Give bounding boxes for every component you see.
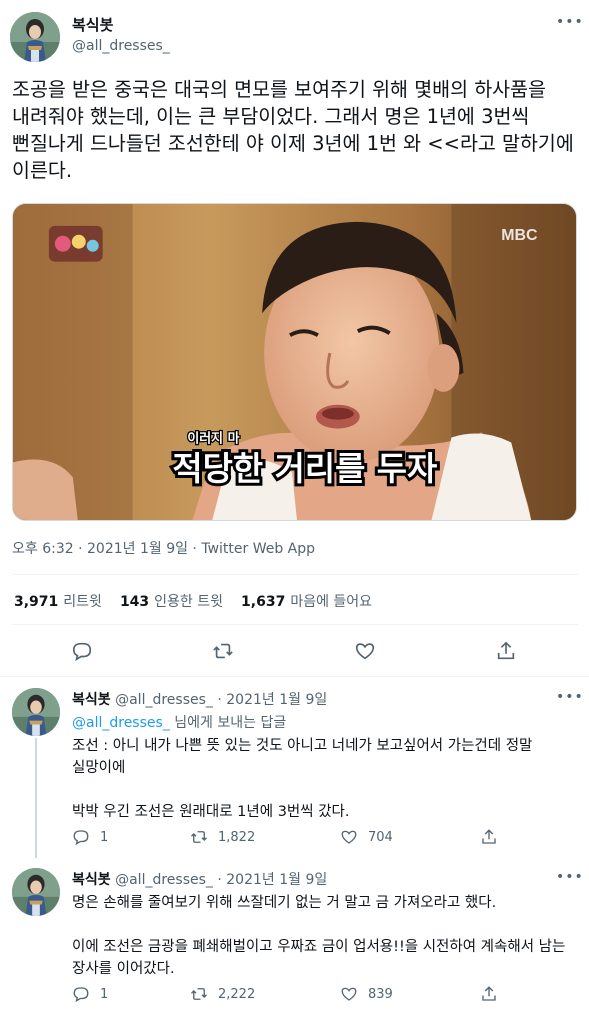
share-icon bbox=[482, 829, 496, 844]
reply-1-date[interactable]: 2021년 1월 9일 bbox=[226, 692, 327, 708]
reply-icon bbox=[73, 987, 89, 1003]
reply-2-handle[interactable]: @all_dresses_ bbox=[115, 872, 213, 888]
like-count: 839 bbox=[368, 986, 393, 1002]
like-stat[interactable]: 1,637 마음에 들어요 bbox=[241, 591, 372, 611]
retweet-count: 2,222 bbox=[218, 986, 256, 1002]
reply-count: 1 bbox=[100, 986, 109, 1002]
reply-2-actions: 1 2,222 839 bbox=[72, 985, 512, 1005]
divider bbox=[0, 676, 589, 677]
quote-count: 143 bbox=[119, 594, 150, 610]
reply-1-header: 복식봇 @all_dresses_ · 2021년 1월 9일 bbox=[72, 692, 328, 708]
retweet-icon bbox=[191, 831, 207, 843]
tweet-stats: 3,971 리트윗 143 인용한 트윗 1,637 마음에 들어요 bbox=[14, 591, 390, 611]
reply-2-retweet[interactable]: 2,222 bbox=[190, 985, 255, 1003]
reply-1-retweet[interactable]: 1,822 bbox=[190, 828, 255, 846]
quote-label: 인용한 트윗 bbox=[154, 594, 224, 610]
heart-icon[interactable] bbox=[354, 640, 378, 664]
reply-2-paragraph: 이에 조선은 금광을 폐쇄해벌이고 우짜죠 금이 업서용!!을 시전하여 계속해… bbox=[72, 939, 566, 977]
more-icon[interactable]: ••• bbox=[556, 869, 584, 885]
retweet-icon[interactable] bbox=[212, 640, 236, 664]
heart-icon bbox=[341, 987, 357, 1001]
reply-2-like[interactable]: 839 bbox=[340, 985, 393, 1003]
share-icon[interactable] bbox=[495, 640, 519, 664]
reply-1-reply[interactable]: 1 bbox=[72, 828, 108, 846]
reply-icon[interactable] bbox=[71, 640, 95, 664]
reply-1-share[interactable] bbox=[480, 828, 508, 846]
like-count: 1,637 bbox=[241, 594, 286, 610]
tweet-media-image[interactable]: MBC 이러지 마 적당한 거리를 두자 bbox=[12, 203, 577, 521]
retweet-count: 1,822 bbox=[218, 829, 256, 845]
replying-to-suffix: 님에게 보내는 답글 bbox=[169, 715, 287, 731]
reply-count: 1 bbox=[100, 829, 109, 845]
reply-2-share[interactable] bbox=[480, 985, 508, 1003]
share-icon bbox=[482, 986, 496, 1001]
tweet-timestamp[interactable]: 오후 6:32 · 2021년 1월 9일 · Twitter Web App bbox=[12, 538, 315, 558]
like-count: 704 bbox=[368, 829, 393, 845]
reply-2-display-name[interactable]: 복식봇 bbox=[72, 872, 111, 888]
reply-1-text: 조선 : 아니 내가 나쁜 뜻 있는 것도 아니고 너네가 보고싶어서 가는건데… bbox=[72, 735, 577, 823]
more-icon[interactable]: ••• bbox=[556, 689, 584, 705]
media-caption-big: 적당한 거리를 두자 bbox=[172, 450, 437, 488]
thread-line bbox=[35, 738, 37, 858]
reply-1-like[interactable]: 704 bbox=[340, 828, 393, 846]
divider bbox=[12, 574, 578, 575]
reply-1-paragraph: 박박 우긴 조선은 원래대로 1년에 3번씩 갔다. bbox=[72, 804, 350, 820]
reply-1-display-name[interactable]: 복식봇 bbox=[72, 692, 111, 708]
reply-1-avatar[interactable] bbox=[12, 688, 60, 736]
replying-to-mention[interactable]: @all_dresses_ bbox=[72, 715, 170, 731]
heart-icon bbox=[341, 830, 357, 844]
divider bbox=[12, 624, 578, 625]
reply-1-handle[interactable]: @all_dresses_ bbox=[115, 692, 213, 708]
retweet-label: 리트윗 bbox=[63, 594, 102, 610]
retweet-stat[interactable]: 3,971 리트윗 bbox=[14, 591, 102, 611]
replying-to: @all_dresses_ 님에게 보내는 답글 bbox=[72, 712, 286, 732]
author-display-name[interactable]: 복식봇 bbox=[72, 14, 113, 35]
media-caption-small: 이러지 마 bbox=[187, 431, 239, 447]
retweet-count: 3,971 bbox=[14, 594, 59, 610]
reply-1-actions: 1 1,822 704 bbox=[72, 828, 512, 848]
reply-2-paragraph: 명은 손해를 줄여보기 위해 쓰잘데기 없는 거 말고 금 가져오라고 했다. bbox=[72, 895, 497, 911]
reply-2-text: 명은 손해를 줄여보기 위해 쓰잘데기 없는 거 말고 금 가져오라고 했다. … bbox=[72, 892, 577, 980]
reply-2-date[interactable]: 2021년 1월 9일 bbox=[226, 872, 327, 888]
reply-2-reply[interactable]: 1 bbox=[72, 985, 108, 1003]
media-watermark: MBC bbox=[501, 227, 538, 244]
more-icon[interactable]: ••• bbox=[556, 14, 583, 30]
reply-2-avatar[interactable] bbox=[12, 868, 60, 916]
retweet-icon bbox=[191, 988, 207, 1000]
reply-2-header: 복식봇 @all_dresses_ · 2021년 1월 9일 bbox=[72, 872, 328, 888]
author-handle[interactable]: @all_dresses_ bbox=[72, 38, 170, 54]
reply-icon bbox=[73, 830, 89, 846]
tweet-text: 조공을 받은 중국은 대국의 면모를 보여주기 위해 몇배의 하사품을 내려줘야… bbox=[12, 78, 574, 182]
quote-stat[interactable]: 143 인용한 트윗 bbox=[120, 591, 223, 611]
reply-1-paragraph: 조선 : 아니 내가 나쁜 뜻 있는 것도 아니고 너네가 보고싶어서 가는건데… bbox=[72, 738, 533, 776]
like-label: 마음에 들어요 bbox=[290, 594, 373, 610]
author-avatar[interactable] bbox=[10, 12, 60, 62]
tweet-action-bar bbox=[0, 640, 589, 664]
